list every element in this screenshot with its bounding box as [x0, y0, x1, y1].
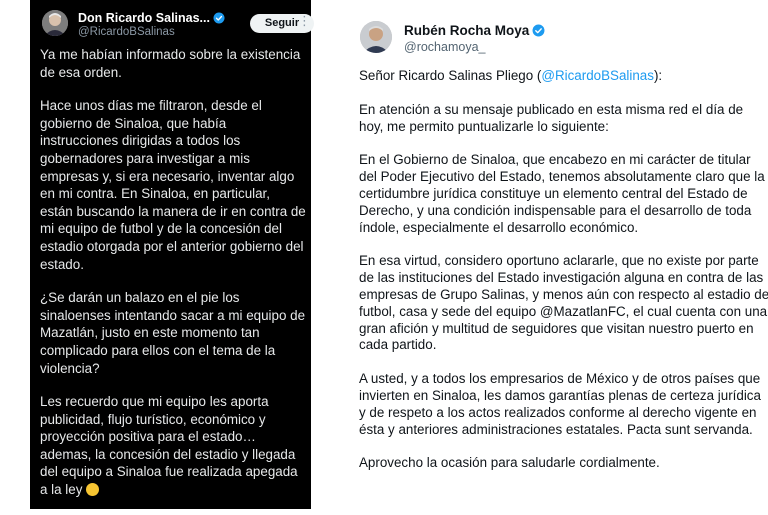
tweet-paragraph: En atención a su mensaje publicado en es… — [359, 101, 744, 134]
avatar-image — [360, 21, 392, 53]
tweet-paragraph: En esa virtud, considero oportuno aclara… — [359, 253, 768, 353]
tweet-paragraph: Hace unos días me filtraron, desde el go… — [40, 98, 306, 272]
avatar-image — [42, 10, 68, 36]
more-options-icon[interactable]: ⋮ — [298, 14, 311, 27]
tweet-paragraph: Aprovecho la ocasión para saludarle cord… — [359, 455, 660, 471]
author-handle[interactable]: @rochamoya_ — [404, 40, 485, 54]
tweet-paragraph: A usted, y a todos los empresarios de Mé… — [359, 371, 761, 437]
greeting-suffix: ): — [653, 68, 663, 83]
verified-badge-icon — [532, 24, 545, 37]
author-name-text: Don Ricardo Salinas... — [78, 11, 210, 25]
grinning-sweat-emoji-icon — [86, 483, 100, 497]
tweet-body: Señor Ricardo Salinas Pliego (@RicardoBS… — [359, 68, 768, 489]
tweet-header: Don Ricardo Salinas... @RicardoBSalinas … — [38, 8, 314, 40]
author-name[interactable]: Rubén Rocha Moya — [404, 23, 545, 38]
author-name[interactable]: Don Ricardo Salinas... — [78, 11, 225, 25]
avatar[interactable] — [360, 21, 392, 53]
ruben-rocha-tweet: Rubén Rocha Moya @rochamoya_ Señor Ricar… — [351, 0, 768, 512]
tweet-paragraph: ¿Se darán un balazo en el pie los sinalo… — [40, 290, 306, 376]
greeting-text: Señor Ricardo Salinas Pliego ( — [359, 68, 542, 83]
author-handle[interactable]: @RicardoBSalinas — [78, 26, 175, 38]
verified-badge-icon — [213, 12, 225, 24]
tweet-body: Ya me habían informado sobre la existenc… — [40, 46, 306, 515]
greeting-paragraph: Señor Ricardo Salinas Pliego (@RicardoBS… — [359, 68, 768, 85]
tweet-paragraph: En el Gobierno de Sinaloa, que encabezo … — [359, 152, 765, 235]
mention-link[interactable]: @RicardoBSalinas — [541, 68, 654, 83]
author-name-text: Rubén Rocha Moya — [404, 23, 530, 38]
tweet-paragraph-text: Les recuerdo que mi equipo les aporta pu… — [40, 394, 298, 498]
tweet-paragraph: Ya me habían informado sobre la existenc… — [40, 47, 301, 80]
tweet-paragraph-last: Les recuerdo que mi equipo les aporta pu… — [40, 393, 306, 499]
avatar[interactable] — [42, 10, 68, 36]
ricardo-salinas-tweet: Don Ricardo Salinas... @RicardoBSalinas … — [30, 0, 314, 509]
